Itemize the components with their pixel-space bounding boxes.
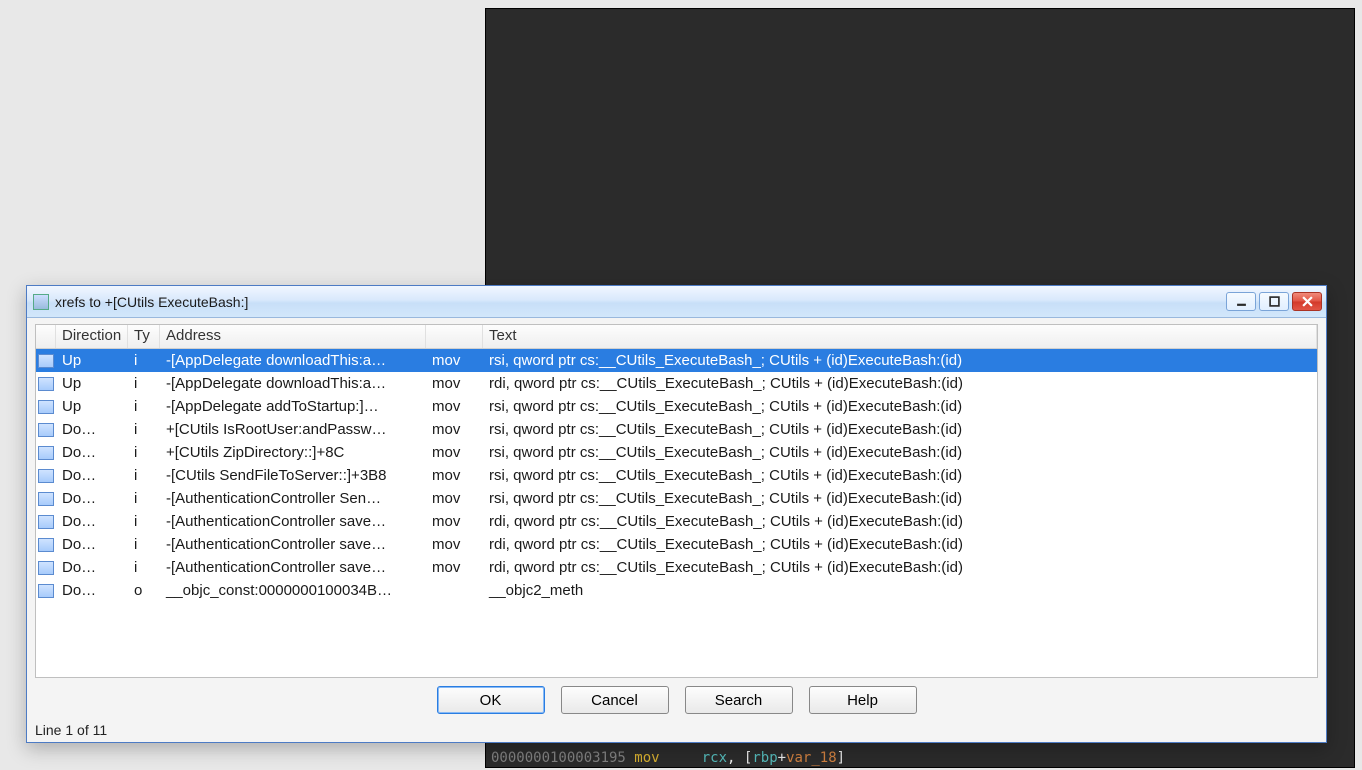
cell-text: rsi, qword ptr cs:__CUtils_ExecuteBash_;… bbox=[483, 444, 1317, 461]
cell-instr: mov bbox=[426, 444, 483, 461]
xref-icon bbox=[38, 538, 54, 552]
cell-type: i bbox=[128, 421, 160, 438]
dialog-titlebar[interactable]: xrefs to +[CUtils ExecuteBash:] bbox=[27, 286, 1326, 318]
xref-icon bbox=[38, 561, 54, 575]
cell-text: rdi, qword ptr cs:__CUtils_ExecuteBash_;… bbox=[483, 559, 1317, 576]
xref-icon bbox=[38, 400, 54, 414]
table-row[interactable]: Do…i-[AuthenticationController save…movr… bbox=[36, 533, 1317, 556]
cell-type: i bbox=[128, 559, 160, 576]
cell-type: i bbox=[128, 375, 160, 392]
cell-address: -[AuthenticationController Sen… bbox=[160, 490, 426, 507]
cell-type: i bbox=[128, 398, 160, 415]
table-row[interactable]: Do…i-[AuthenticationController save…movr… bbox=[36, 556, 1317, 579]
xref-icon bbox=[38, 584, 54, 598]
cell-text: rdi, qword ptr cs:__CUtils_ExecuteBash_;… bbox=[483, 536, 1317, 553]
cell-type: i bbox=[128, 467, 160, 484]
cell-direction: Do… bbox=[56, 421, 128, 438]
cell-type: i bbox=[128, 536, 160, 553]
xref-icon bbox=[38, 446, 54, 460]
cell-direction: Do… bbox=[56, 444, 128, 461]
dialog-title: xrefs to +[CUtils ExecuteBash:] bbox=[55, 294, 1226, 310]
xref-icon bbox=[38, 492, 54, 506]
minimize-button[interactable] bbox=[1226, 292, 1256, 311]
cell-direction: Do… bbox=[56, 582, 128, 599]
col-address[interactable]: Address bbox=[160, 325, 426, 348]
help-button[interactable]: Help bbox=[809, 686, 917, 714]
table-row[interactable]: Do…i-[AuthenticationController Sen…movrs… bbox=[36, 487, 1317, 510]
cell-direction: Do… bbox=[56, 490, 128, 507]
col-text[interactable]: Text bbox=[483, 325, 1317, 348]
cell-address: -[AppDelegate downloadThis:a… bbox=[160, 375, 426, 392]
xref-icon bbox=[38, 377, 54, 391]
cell-instr: mov bbox=[426, 513, 483, 530]
table-row[interactable]: Do…i+[CUtils ZipDirectory::]+8Cmovrsi, q… bbox=[36, 441, 1317, 464]
table-row[interactable]: Upi-[AppDelegate addToStartup:]…movrsi, … bbox=[36, 395, 1317, 418]
disasm-tail-line: 0000000100003195 mov rcx, [rbp+var_18] bbox=[491, 750, 845, 766]
cell-address: __objc_const:0000000100034B… bbox=[160, 582, 426, 599]
table-row[interactable]: Do…i-[AuthenticationController save…movr… bbox=[36, 510, 1317, 533]
table-row[interactable]: Do…i+[CUtils IsRootUser:andPassw…movrsi,… bbox=[36, 418, 1317, 441]
cell-type: i bbox=[128, 513, 160, 530]
col-direction[interactable]: Direction bbox=[56, 325, 128, 348]
cell-type: o bbox=[128, 582, 160, 599]
cell-direction: Up bbox=[56, 375, 128, 392]
dialog-title-icon bbox=[33, 294, 49, 310]
table-row[interactable]: Upi-[AppDelegate downloadThis:a…movrsi, … bbox=[36, 349, 1317, 372]
cell-text: rsi, qword ptr cs:__CUtils_ExecuteBash_;… bbox=[483, 421, 1317, 438]
cell-instr: mov bbox=[426, 421, 483, 438]
cell-instr: mov bbox=[426, 559, 483, 576]
cell-direction: Up bbox=[56, 352, 128, 369]
cell-text: rsi, qword ptr cs:__CUtils_ExecuteBash_;… bbox=[483, 352, 1317, 369]
close-button[interactable] bbox=[1292, 292, 1322, 311]
cell-instr: mov bbox=[426, 375, 483, 392]
col-type[interactable]: Ty bbox=[128, 325, 160, 348]
xref-icon bbox=[38, 354, 54, 368]
cell-text: __objc2_meth bbox=[483, 582, 1317, 599]
search-button[interactable]: Search bbox=[685, 686, 793, 714]
cell-text: rsi, qword ptr cs:__CUtils_ExecuteBash_;… bbox=[483, 398, 1317, 415]
cell-instr: mov bbox=[426, 536, 483, 553]
col-instr[interactable] bbox=[426, 325, 483, 348]
cell-type: i bbox=[128, 352, 160, 369]
cell-address: -[CUtils SendFileToServer::]+3B8 bbox=[160, 467, 426, 484]
cell-address: -[AppDelegate addToStartup:]… bbox=[160, 398, 426, 415]
cell-direction: Do… bbox=[56, 467, 128, 484]
dialog-button-bar: OK Cancel Search Help bbox=[27, 678, 1326, 720]
cell-address: -[AuthenticationController save… bbox=[160, 559, 426, 576]
table-row[interactable]: Do…i-[CUtils SendFileToServer::]+3B8movr… bbox=[36, 464, 1317, 487]
xrefs-listview[interactable]: Direction Ty Address Text Upi-[AppDelega… bbox=[35, 324, 1318, 678]
cell-address: +[CUtils ZipDirectory::]+8C bbox=[160, 444, 426, 461]
cell-text: rsi, qword ptr cs:__CUtils_ExecuteBash_;… bbox=[483, 467, 1317, 484]
cell-address: -[AppDelegate downloadThis:a… bbox=[160, 352, 426, 369]
cancel-button[interactable]: Cancel bbox=[561, 686, 669, 714]
cell-instr: mov bbox=[426, 467, 483, 484]
cell-type: i bbox=[128, 444, 160, 461]
xref-icon bbox=[38, 515, 54, 529]
cell-type: i bbox=[128, 490, 160, 507]
cell-direction: Do… bbox=[56, 559, 128, 576]
listview-body[interactable]: Upi-[AppDelegate downloadThis:a…movrsi, … bbox=[36, 349, 1317, 677]
cell-direction: Do… bbox=[56, 513, 128, 530]
cell-direction: Up bbox=[56, 398, 128, 415]
table-row[interactable]: Do…o__objc_const:0000000100034B… __objc2_… bbox=[36, 579, 1317, 602]
cell-address: -[AuthenticationController save… bbox=[160, 513, 426, 530]
cell-instr: mov bbox=[426, 398, 483, 415]
cell-instr: mov bbox=[426, 352, 483, 369]
cell-address: -[AuthenticationController save… bbox=[160, 536, 426, 553]
xrefs-dialog: xrefs to +[CUtils ExecuteBash:] Directio… bbox=[26, 285, 1327, 743]
listview-header[interactable]: Direction Ty Address Text bbox=[36, 325, 1317, 349]
xref-icon bbox=[38, 423, 54, 437]
ok-button[interactable]: OK bbox=[437, 686, 545, 714]
cell-text: rdi, qword ptr cs:__CUtils_ExecuteBash_;… bbox=[483, 375, 1317, 392]
table-row[interactable]: Upi-[AppDelegate downloadThis:a…movrdi, … bbox=[36, 372, 1317, 395]
cell-text: rdi, qword ptr cs:__CUtils_ExecuteBash_;… bbox=[483, 513, 1317, 530]
cell-direction: Do… bbox=[56, 536, 128, 553]
cell-text: rsi, qword ptr cs:__CUtils_ExecuteBash_;… bbox=[483, 490, 1317, 507]
xref-icon bbox=[38, 469, 54, 483]
cell-instr: mov bbox=[426, 490, 483, 507]
cell-address: +[CUtils IsRootUser:andPassw… bbox=[160, 421, 426, 438]
maximize-button[interactable] bbox=[1259, 292, 1289, 311]
status-bar: Line 1 of 11 bbox=[27, 720, 1326, 742]
